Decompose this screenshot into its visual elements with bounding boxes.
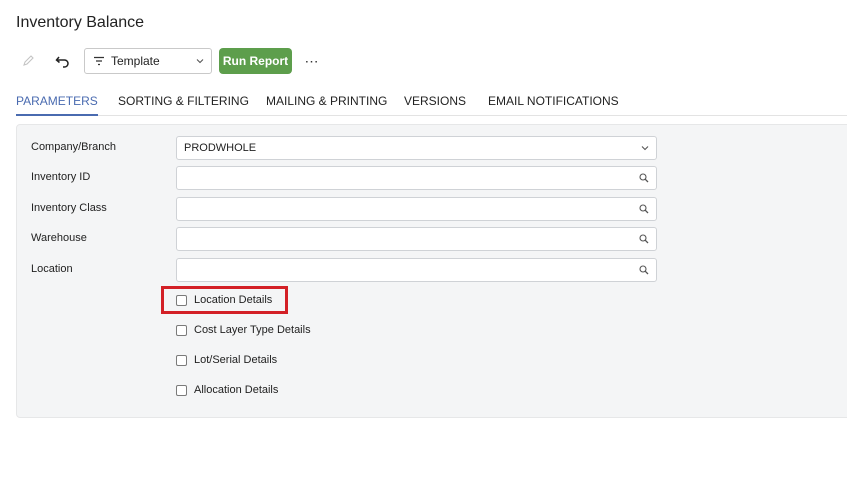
tab-bar: PARAMETERS SORTING & FILTERING MAILING &… xyxy=(16,93,847,116)
filter-icon xyxy=(93,56,107,66)
run-report-button[interactable]: Run Report xyxy=(219,48,292,74)
tab-mailing-printing[interactable]: MAILING & PRINTING xyxy=(266,93,387,114)
company-branch-value: PRODWHOLE xyxy=(184,142,257,154)
inventory-class-field[interactable] xyxy=(176,197,657,221)
lot-serial-details-checkbox[interactable]: Lot/Serial Details xyxy=(176,352,277,368)
tab-sorting-filtering[interactable]: SORTING & FILTERING xyxy=(118,93,249,114)
company-branch-select[interactable]: PRODWHOLE xyxy=(176,136,657,160)
pencil-icon[interactable] xyxy=(16,48,40,74)
inventory-id-field[interactable] xyxy=(176,166,657,190)
location-label: Location xyxy=(31,263,73,275)
highlight-box xyxy=(161,286,288,314)
company-branch-label: Company/Branch xyxy=(31,141,116,153)
inventory-class-label: Inventory Class xyxy=(31,202,107,214)
search-icon[interactable] xyxy=(639,265,649,275)
search-icon[interactable] xyxy=(639,173,649,183)
cost-layer-type-details-label: Cost Layer Type Details xyxy=(194,324,311,336)
chevron-down-icon xyxy=(641,145,649,151)
cost-layer-type-details-checkbox[interactable]: Cost Layer Type Details xyxy=(176,322,311,338)
template-label: Template xyxy=(111,54,160,68)
more-options-button[interactable]: ⋯ xyxy=(301,48,323,74)
allocation-details-checkbox[interactable]: Allocation Details xyxy=(176,382,278,398)
parameters-panel: Company/Branch PRODWHOLE Inventory ID In… xyxy=(16,124,847,418)
location-field[interactable] xyxy=(176,258,657,282)
template-dropdown[interactable]: Template xyxy=(84,48,212,74)
allocation-details-label: Allocation Details xyxy=(194,384,279,396)
page-title: Inventory Balance xyxy=(16,14,145,31)
tab-versions[interactable]: VERSIONS xyxy=(404,93,466,114)
warehouse-label: Warehouse xyxy=(31,232,87,244)
undo-icon[interactable] xyxy=(51,48,75,74)
chevron-down-icon xyxy=(196,58,204,64)
search-icon[interactable] xyxy=(639,204,649,214)
warehouse-field[interactable] xyxy=(176,227,657,251)
lot-serial-details-label: Lot/Serial Details xyxy=(194,354,278,366)
checkbox-box[interactable] xyxy=(176,384,187,396)
search-icon[interactable] xyxy=(639,234,649,244)
inventory-id-label: Inventory ID xyxy=(31,171,91,183)
checkbox-box[interactable] xyxy=(176,354,187,366)
checkbox-box[interactable] xyxy=(176,324,187,336)
tab-parameters[interactable]: PARAMETERS xyxy=(16,93,98,116)
tab-email-notifications[interactable]: EMAIL NOTIFICATIONS xyxy=(488,93,619,114)
